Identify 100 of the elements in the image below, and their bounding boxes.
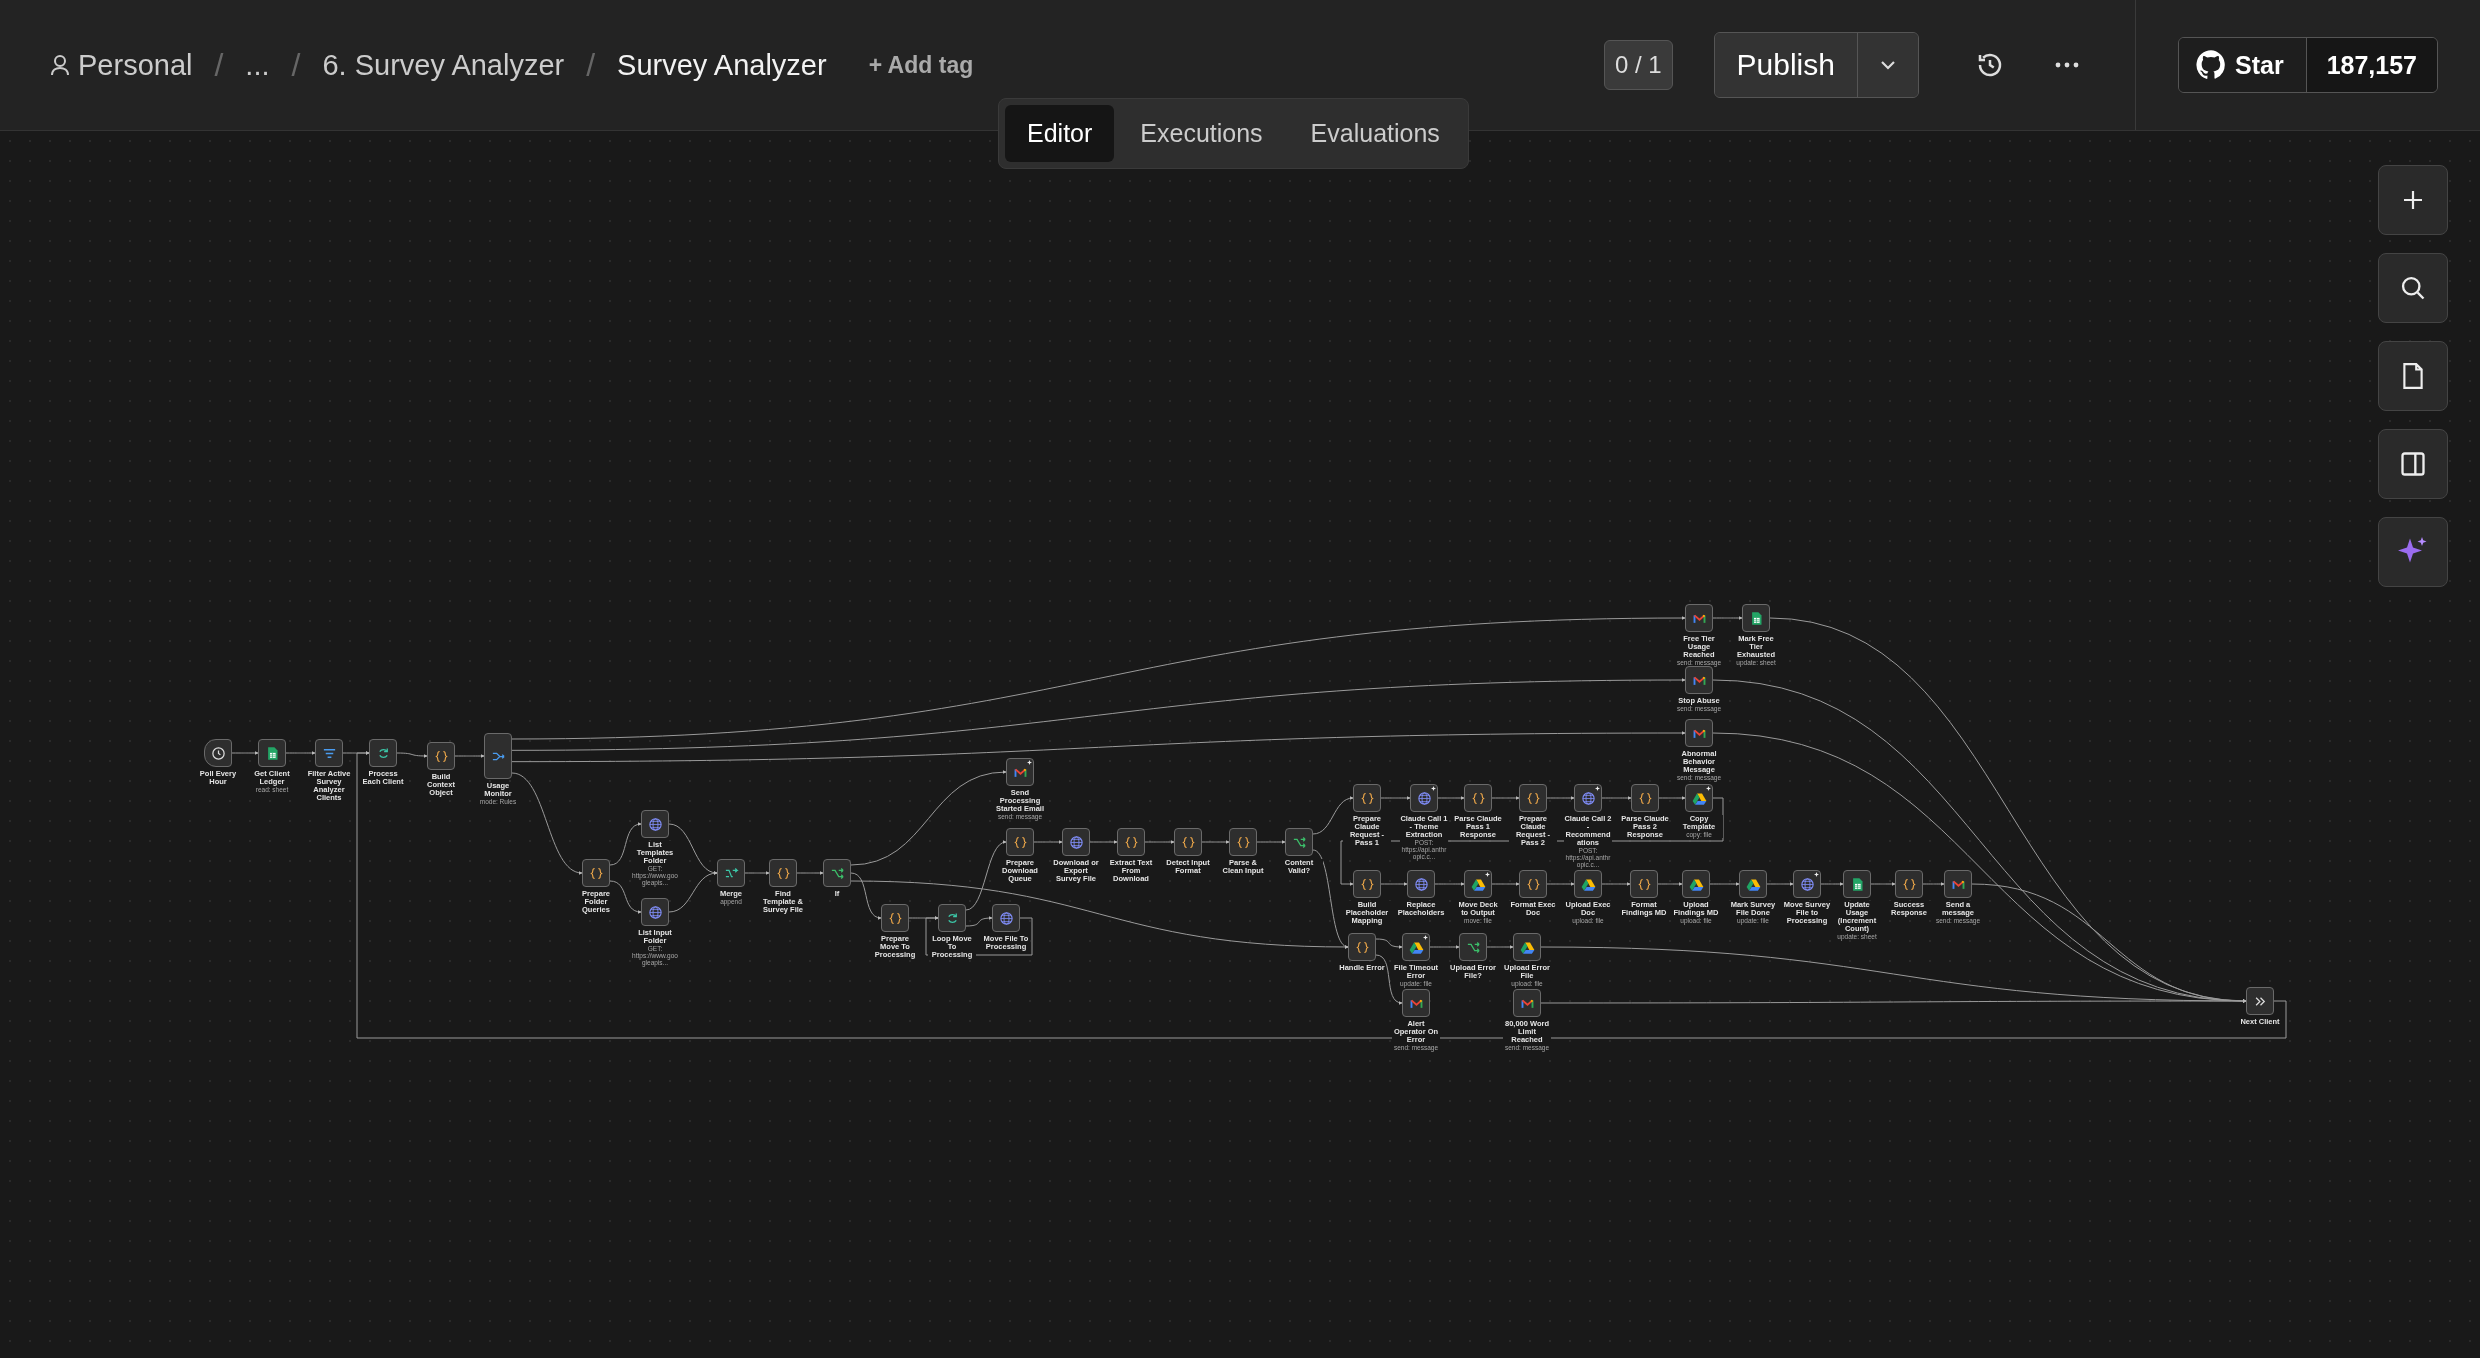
workflow-node[interactable] <box>881 904 909 932</box>
workflow-node[interactable] <box>1006 758 1034 786</box>
globe-icon <box>1416 790 1432 806</box>
workflow-node[interactable] <box>1685 719 1713 747</box>
more-button[interactable] <box>2055 62 2079 68</box>
github-icon <box>2195 49 2227 81</box>
tab[interactable]: Evaluations <box>1288 105 1462 162</box>
workflow-node[interactable] <box>1513 989 1541 1017</box>
braces-icon <box>1525 790 1541 806</box>
globe-icon <box>1799 876 1815 892</box>
workflow-node[interactable] <box>1174 828 1202 856</box>
panel-toggle-button[interactable] <box>2378 429 2448 499</box>
fork-icon <box>1291 834 1307 850</box>
publish-button[interactable]: Publish <box>1714 33 1858 97</box>
workflow-node[interactable] <box>315 739 343 767</box>
workflow-node[interactable] <box>641 810 669 838</box>
workflow-node[interactable] <box>1459 933 1487 961</box>
workflow-node[interactable] <box>1062 828 1090 856</box>
braces-icon <box>1012 834 1028 850</box>
workflow-node[interactable] <box>1407 870 1435 898</box>
workflow-node[interactable] <box>1895 870 1923 898</box>
sparkle-icon <box>1431 786 1436 791</box>
workflow-node[interactable] <box>427 742 455 770</box>
workflow-node[interactable] <box>1793 870 1821 898</box>
workflow-node[interactable] <box>1402 933 1430 961</box>
braces-icon <box>1901 876 1917 892</box>
workflow-node[interactable] <box>1944 870 1972 898</box>
github-star-button[interactable]: Star <box>2179 38 2307 92</box>
note-icon <box>2400 362 2426 390</box>
person-icon <box>50 54 70 76</box>
braces-icon <box>1637 790 1653 806</box>
workflow-node[interactable] <box>1574 784 1602 812</box>
workflow-node[interactable] <box>1402 989 1430 1017</box>
fork-icon <box>1465 939 1481 955</box>
workflow-node[interactable] <box>258 739 286 767</box>
workflow-node[interactable] <box>1519 870 1547 898</box>
breadcrumb-separator: / <box>586 46 596 84</box>
workflow-node[interactable] <box>1006 828 1034 856</box>
workflow-node[interactable] <box>1742 604 1770 632</box>
workflow-node[interactable] <box>1229 828 1257 856</box>
workflow-node[interactable] <box>1843 870 1871 898</box>
workflow-node[interactable] <box>1464 784 1492 812</box>
connector-line <box>231 751 259 755</box>
workflow-node[interactable] <box>992 904 1020 932</box>
workflow-node[interactable] <box>582 859 610 887</box>
plus-icon <box>2401 188 2425 212</box>
workflow-node[interactable] <box>1353 784 1381 812</box>
workflow-node[interactable] <box>823 859 851 887</box>
workflow-node[interactable] <box>1464 870 1492 898</box>
globe-icon <box>647 816 663 832</box>
globe-icon <box>1413 876 1429 892</box>
workflow-node[interactable] <box>2246 987 2274 1015</box>
workflow-node[interactable] <box>1348 933 1376 961</box>
breadcrumb-link[interactable]: Personal <box>78 48 193 82</box>
fork-icon <box>829 865 845 881</box>
braces-icon <box>1470 790 1486 806</box>
braces-icon <box>1636 876 1652 892</box>
tab[interactable]: Executions <box>1118 105 1285 162</box>
sparkle-icon <box>1706 786 1711 791</box>
workflow-node[interactable] <box>1410 784 1438 812</box>
workflow-node[interactable] <box>369 739 397 767</box>
breadcrumb-link[interactable]: ... <box>245 48 270 82</box>
workflow-node[interactable] <box>938 904 966 932</box>
sticky-note-button[interactable] <box>2378 341 2448 411</box>
braces-icon <box>775 865 791 881</box>
workflow-node[interactable] <box>1682 870 1710 898</box>
braces-icon <box>1123 834 1139 850</box>
add-node-button[interactable] <box>2378 165 2448 235</box>
workflow-node[interactable] <box>1117 828 1145 856</box>
workflow-node[interactable] <box>717 859 745 887</box>
braces-icon <box>588 865 604 881</box>
workflow-node[interactable] <box>1353 870 1381 898</box>
workflow-node[interactable] <box>484 733 512 779</box>
side-panel-icon <box>2399 450 2427 478</box>
sparkle-icon <box>1485 872 1490 877</box>
connector-line <box>1712 616 1743 620</box>
workflow-node[interactable] <box>641 898 669 926</box>
workflow-node[interactable] <box>1685 784 1713 812</box>
workflow-node[interactable] <box>1631 784 1659 812</box>
connector-line <box>285 751 316 755</box>
sparkle-icon <box>1027 760 1032 765</box>
star-count: 187,157 <box>2306 38 2437 92</box>
workflow-node[interactable] <box>1685 666 1713 694</box>
workflow-node[interactable] <box>1574 870 1602 898</box>
workflow-node[interactable] <box>1739 870 1767 898</box>
workflow-title[interactable]: Survey Analyzer <box>617 48 827 82</box>
breadcrumb-separator: / <box>214 46 224 84</box>
ai-assistant-button[interactable] <box>2378 517 2448 587</box>
breadcrumb-link[interactable]: 6. Survey Analyzer <box>322 48 565 82</box>
workflow-node[interactable] <box>1519 784 1547 812</box>
tab[interactable]: Editor <box>1005 105 1115 162</box>
workflow-node[interactable] <box>1285 828 1313 856</box>
workflow-node[interactable] <box>1685 604 1713 632</box>
workflow-node[interactable] <box>1630 870 1658 898</box>
workflow-node[interactable] <box>769 859 797 887</box>
sparkle-icon <box>1814 872 1819 877</box>
search-button[interactable] <box>2378 253 2448 323</box>
add-tag-button[interactable]: + Add tag <box>868 51 974 79</box>
workflow-node[interactable] <box>1513 933 1541 961</box>
workflow-node[interactable] <box>204 739 232 767</box>
